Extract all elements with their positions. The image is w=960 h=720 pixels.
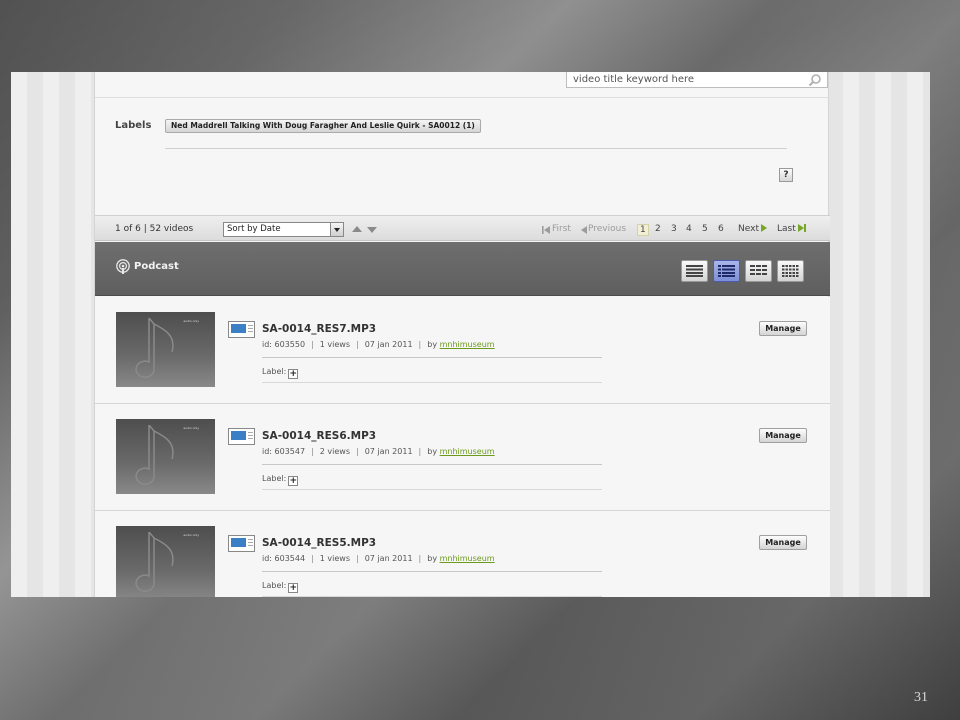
label-tag[interactable]: Ned Maddrell Talking With Doug Faragher … [165, 119, 481, 133]
previous-page-icon [581, 226, 587, 234]
page-link-1[interactable]: 1 [637, 224, 649, 236]
podcast-icon [116, 259, 130, 274]
divider [262, 489, 602, 490]
upload-date: 07 jan 2011 [364, 447, 413, 456]
add-label-icon[interactable]: + [288, 476, 299, 486]
audio-file-icon [228, 321, 255, 338]
search-input[interactable] [573, 72, 798, 86]
thumbnail-caption: audio only [183, 426, 199, 430]
user-link[interactable]: mnhimuseum [440, 340, 495, 349]
sort-dropdown[interactable]: Sort by Date [223, 222, 344, 237]
video-id: id: 603544 [262, 554, 306, 563]
manage-button[interactable]: Manage [759, 321, 807, 336]
label-caption: Label: [262, 581, 287, 590]
label-field: Label: + [262, 474, 299, 486]
video-row: audio only SA-0014_RES6.MP3 id: 603547 | 2… [95, 404, 830, 511]
sort-selected-value: Sort by Date [227, 224, 281, 234]
label-field: Label: + [262, 581, 299, 593]
divider [165, 148, 787, 149]
last-page-label: Last [777, 224, 796, 234]
thumbnail-view-icon [782, 265, 799, 277]
page-link-6[interactable]: 6 [718, 224, 724, 234]
manage-button[interactable]: Manage [759, 428, 807, 443]
divider [262, 571, 602, 572]
view-detail-button[interactable] [713, 260, 740, 282]
add-label-icon[interactable]: + [288, 583, 299, 593]
video-meta: id: 603544 | 1 views | 07 jan 2011 | by mnhimu… [262, 554, 495, 563]
user-link[interactable]: mnhimuseum [440, 554, 495, 563]
video-title[interactable]: SA-0014_RES7.MP3 [262, 323, 376, 335]
video-row: audio only SA-0014_RES7.MP3 id: 603550 | 1… [95, 297, 830, 404]
thumbnail-caption: audio only [183, 533, 199, 537]
chevron-down-icon[interactable] [330, 223, 343, 236]
podcast-title: Podcast [134, 261, 179, 272]
list-view-icon [686, 265, 703, 277]
previous-page-link[interactable]: Previous [588, 224, 626, 234]
last-page-link[interactable]: Last [777, 224, 806, 234]
video-row: audio only SA-0014_RES5.MP3 id: 603544 | 1… [95, 511, 830, 597]
music-note-icon [135, 318, 174, 378]
audio-file-icon [228, 535, 255, 552]
page-link-2[interactable]: 2 [655, 224, 661, 234]
add-label-icon[interactable]: + [288, 369, 299, 379]
by-label: by [427, 554, 438, 563]
label-field: Label: + [262, 367, 299, 379]
video-id: id: 603547 [262, 447, 306, 456]
slide-page-number: 31 [914, 690, 928, 705]
page-link-3[interactable]: 3 [671, 224, 677, 234]
audio-file-icon [228, 428, 255, 445]
view-list-button[interactable] [681, 260, 708, 282]
help-button[interactable]: ? [779, 168, 793, 182]
video-count: 1 of 6 | 52 videos [115, 224, 194, 234]
video-manager-panel: Labels Ned Maddrell Talking With Doug Fa… [94, 72, 830, 597]
labels-heading: Labels [115, 120, 152, 131]
view-count: 2 views [319, 447, 351, 456]
last-bar-icon [803, 224, 806, 232]
label-caption: Label: [262, 367, 287, 376]
divider [262, 596, 602, 597]
manage-button[interactable]: Manage [759, 535, 807, 550]
pagination-bar: 1 of 6 | 52 videos Sort by Date First Pr… [95, 215, 830, 241]
music-note-icon [135, 532, 174, 592]
next-page-link[interactable]: Next [738, 224, 767, 234]
search-box [566, 72, 828, 88]
video-thumbnail[interactable]: audio only [116, 526, 215, 597]
upload-date: 07 jan 2011 [364, 340, 413, 349]
view-count: 1 views [319, 554, 351, 563]
video-title[interactable]: SA-0014_RES5.MP3 [262, 537, 376, 549]
video-thumbnail[interactable]: audio only [116, 312, 215, 387]
podcast-header: Podcast [95, 242, 830, 296]
search-icon[interactable] [808, 73, 822, 87]
divider [262, 464, 602, 465]
view-grid-button[interactable] [745, 260, 772, 282]
divider [262, 382, 602, 383]
next-arrow-icon [760, 224, 767, 232]
view-thumbnail-button[interactable] [777, 260, 804, 282]
video-id: id: 603550 [262, 340, 306, 349]
video-title[interactable]: SA-0014_RES6.MP3 [262, 430, 376, 442]
by-label: by [427, 447, 438, 456]
screenshot-frame: Labels Ned Maddrell Talking With Doug Fa… [11, 72, 930, 597]
divider [95, 97, 830, 98]
sort-descending-icon[interactable] [367, 227, 377, 233]
detail-view-icon [718, 265, 735, 277]
upload-date: 07 jan 2011 [364, 554, 413, 563]
label-caption: Label: [262, 474, 287, 483]
sort-ascending-icon[interactable] [352, 226, 362, 232]
by-label: by [427, 340, 438, 349]
video-thumbnail[interactable]: audio only [116, 419, 215, 494]
grid-view-icon [750, 265, 767, 275]
next-page-label: Next [738, 224, 759, 234]
music-note-icon [135, 425, 174, 485]
video-meta: id: 603547 | 2 views | 07 jan 2011 | by mnhimu… [262, 447, 495, 456]
first-page-icon [542, 226, 550, 234]
divider [262, 357, 602, 358]
thumbnail-caption: audio only [183, 319, 199, 323]
user-link[interactable]: mnhimuseum [440, 447, 495, 456]
view-count: 1 views [319, 340, 351, 349]
page-link-4[interactable]: 4 [686, 224, 692, 234]
first-page-link[interactable]: First [552, 224, 571, 234]
page-link-5[interactable]: 5 [702, 224, 708, 234]
video-meta: id: 603550 | 1 views | 07 jan 2011 | by mnhimu… [262, 340, 495, 349]
